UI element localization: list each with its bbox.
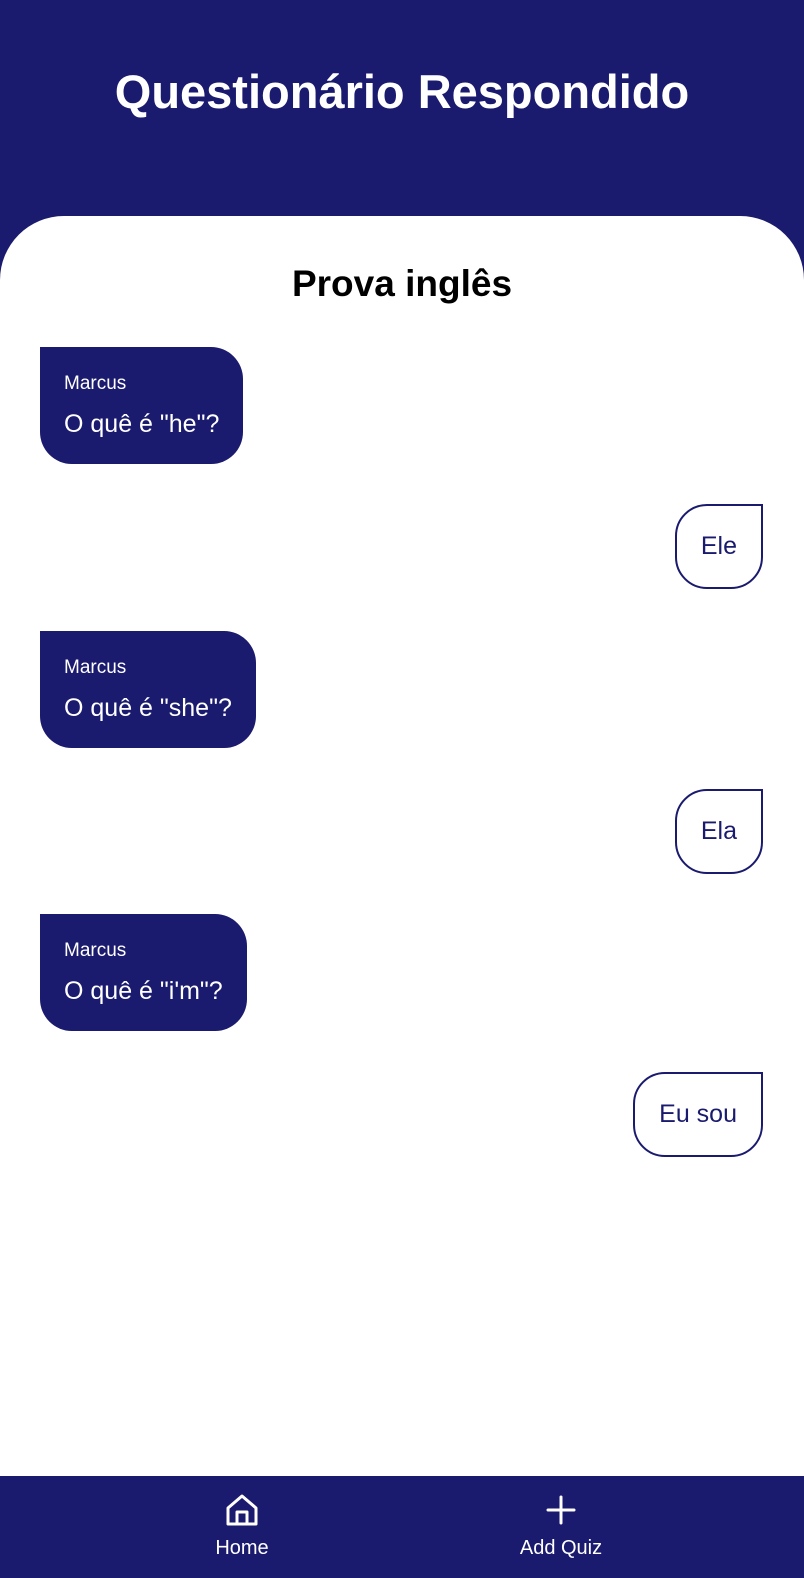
question-author: Marcus [64, 940, 127, 961]
bottom-nav: Home Add Quiz [0, 1476, 804, 1578]
app-header: Questionário Respondido [0, 0, 804, 230]
page-title: Questionário Respondido [114, 65, 690, 118]
answer-bubble: Eu sou [633, 1072, 763, 1157]
answer-bubble: Ela [674, 789, 763, 874]
nav-label-home: Home [215, 1537, 269, 1559]
question-text: O quê é "i'm"? [64, 977, 223, 1005]
quiz-title: Prova inglês [291, 263, 513, 304]
question-bubble: Marcus O quê é "he"? [40, 347, 244, 464]
nav-item-home[interactable]: Home [142, 1476, 342, 1578]
nav-item-add-quiz[interactable]: Add Quiz [461, 1476, 661, 1578]
question-text: O quê é "she"? [64, 694, 232, 722]
question-text: O quê é "he"? [64, 410, 220, 438]
question-author: Marcus [64, 657, 127, 678]
question-bubble: Marcus O quê é "i'm"? [40, 914, 247, 1031]
answer-bubble: Ele [674, 504, 763, 589]
question-bubble: Marcus O quê é "she"? [40, 631, 256, 748]
home-icon [226, 1494, 258, 1526]
quiz-card: Prova inglês Marcus O quê é "he"? Ele Ma… [0, 216, 804, 1476]
question-author: Marcus [64, 373, 127, 394]
plus-icon [546, 1495, 576, 1525]
nav-label-add-quiz: Add Quiz [519, 1537, 603, 1559]
